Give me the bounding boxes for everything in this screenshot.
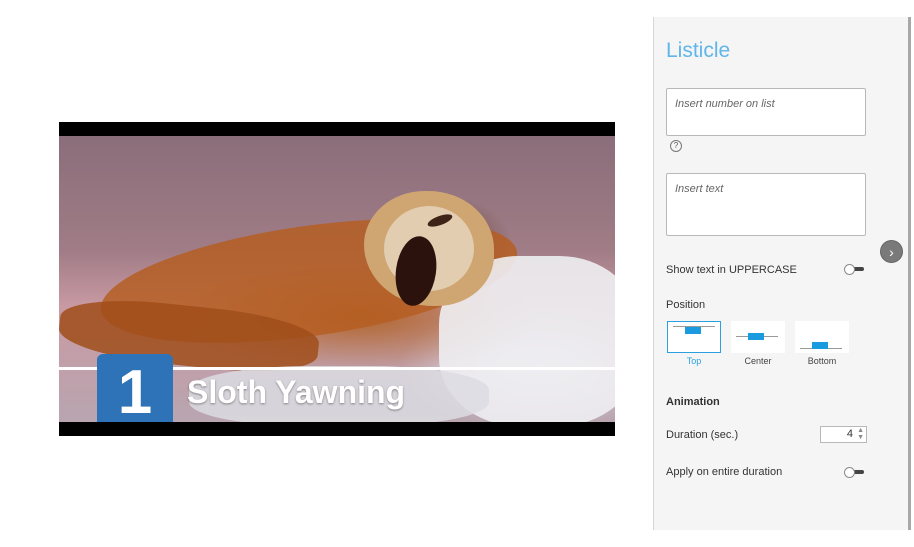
panel-scrollbar[interactable] [908,17,911,530]
video-preview: 1 Sloth Yawning [59,122,615,436]
help-icon[interactable]: ? [670,140,682,152]
position-top-option[interactable] [667,321,721,353]
position-bottom-option[interactable] [795,321,849,353]
panel-title: Listicle [666,39,731,62]
duration-value: 4 [846,428,853,440]
uppercase-toggle[interactable] [844,264,864,275]
position-center-option[interactable] [731,321,785,353]
sloth-image: 1 Sloth Yawning [59,136,615,422]
list-number-badge: 1 [97,354,173,422]
position-label: Position [666,299,706,311]
position-center-label: Center [744,356,772,366]
position-top-label: Top [686,356,702,366]
duration-stepper[interactable]: 4 ▲ ▼ [820,426,867,443]
apply-duration-toggle[interactable] [844,467,864,478]
number-input[interactable]: Insert number on list [666,88,866,136]
duration-label: Duration (sec.) [666,429,739,441]
stepper-arrows-icon[interactable]: ▲ ▼ [857,427,864,441]
listicle-panel: Listicle Insert number on list ? Insert … [653,17,909,530]
caption-text: Sloth Yawning [187,374,406,410]
animation-heading: Animation [666,396,720,408]
text-input[interactable]: Insert text [666,173,866,236]
uppercase-label: Show text in UPPERCASE [666,264,797,276]
apply-duration-label: Apply on entire duration [666,466,783,478]
collapse-panel-icon[interactable]: › [880,240,903,263]
position-bottom-label: Bottom [807,356,837,366]
